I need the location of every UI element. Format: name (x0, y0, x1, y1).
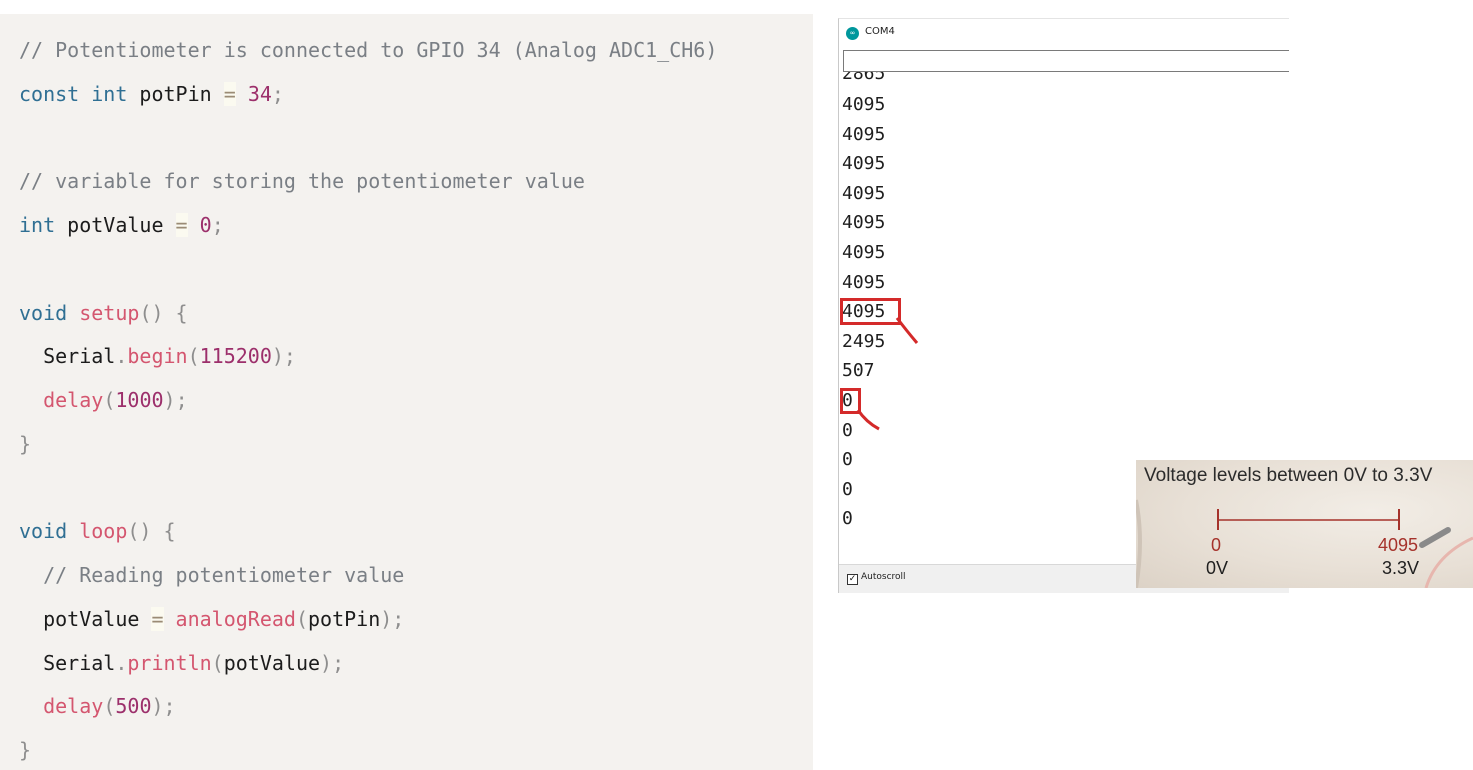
code-token: } (19, 738, 32, 762)
scale-min-voltage: 0V (1206, 558, 1229, 578)
code-token: const (19, 81, 80, 106)
code-token: potValue (55, 213, 176, 237)
code-token: potValue (223, 650, 321, 675)
code-token: loop (79, 519, 128, 544)
serial-line: 4095 (842, 123, 886, 145)
code-token: 0 (199, 213, 212, 237)
code-token: 115200 (199, 344, 272, 369)
window-titlebar: ∞ COM4 (839, 19, 1289, 46)
code-token: delay (43, 388, 104, 412)
code-token: int (91, 81, 128, 106)
code-token: 1000 (115, 388, 164, 412)
scale-max-value: 4095 (1378, 535, 1419, 555)
code-line: potValue = analogRead(potPin); (19, 606, 405, 631)
code-token: ); (271, 344, 296, 369)
code-token: = (175, 213, 188, 237)
code-line: void setup() { (19, 301, 188, 325)
code-line: const int potPin = 34; (19, 81, 284, 106)
code-token: analogRead (175, 606, 296, 631)
code-token: = (223, 81, 236, 106)
code-token: () { (127, 519, 176, 544)
serial-line: 0 (842, 478, 853, 500)
code-token: () { (139, 300, 188, 325)
code-token: ( (103, 388, 116, 412)
code-line: } (19, 432, 31, 456)
code-line: Serial.begin(115200); (19, 344, 296, 368)
code-token: void (19, 300, 68, 325)
code-token: = (151, 606, 164, 631)
code-token: } (19, 431, 32, 456)
code-token: // Reading potentiometer value (19, 563, 405, 587)
code-token: ); (163, 388, 188, 412)
scale-min-value: 0 (1211, 535, 1222, 555)
code-token: 34 (247, 81, 272, 106)
highlight-box-0 (840, 388, 861, 414)
code-token: Serial (19, 650, 116, 675)
serial-partial-line: 2865 (842, 72, 886, 84)
code-line: int potValue = 0; (19, 213, 224, 237)
code-line: // Reading potentiometer value (19, 563, 404, 587)
voltage-levels-inset: Voltage levels between 0V to 3.3V 0 4095… (1136, 460, 1473, 588)
code-token: delay (43, 694, 104, 719)
serial-send-input[interactable] (843, 50, 1289, 72)
code-token: void (19, 519, 68, 544)
arduino-icon: ∞ (846, 27, 859, 40)
code-line: // Potentiometer is connected to GPIO 34… (19, 38, 717, 62)
highlight-box-4095 (840, 298, 901, 325)
serial-line: 0 (842, 508, 853, 530)
code-line: delay(500); (19, 694, 176, 719)
window-title: COM4 (865, 26, 895, 37)
code-token: ; (211, 213, 224, 237)
serial-line: 0 (842, 449, 853, 471)
autoscroll-label: Autoscroll (861, 572, 906, 582)
code-token: ( (103, 694, 116, 719)
code-token: setup (79, 300, 140, 325)
code-token: ( (211, 650, 224, 675)
code-token: // Potentiometer is connected to GPIO 34… (19, 38, 718, 62)
serial-line: 4095 (842, 271, 886, 293)
code-token: ( (187, 344, 200, 369)
serial-line: 4095 (842, 153, 886, 175)
code-token: potValue (19, 606, 152, 631)
code-token: begin (127, 344, 188, 369)
code-snippet-panel: // Potentiometer is connected to GPIO 34… (0, 14, 813, 770)
serial-line: 4095 (842, 212, 886, 234)
code-token: ); (151, 694, 176, 719)
serial-line: 0 (842, 419, 853, 441)
scale-max-voltage: 3.3V (1382, 558, 1420, 578)
code-token: ); (320, 650, 345, 675)
code-line: Serial.println(potValue); (19, 651, 344, 675)
code-token: Serial (19, 344, 116, 369)
autoscroll-checkbox[interactable]: ✓ (847, 574, 858, 585)
serial-line: 507 (842, 360, 875, 382)
serial-line: 4095 (842, 182, 886, 204)
code-token: ; (271, 81, 284, 106)
serial-line: 4095 (842, 94, 886, 115)
serial-line: 2495 (842, 330, 886, 352)
code-token: 500 (115, 694, 152, 719)
code-token: potPin (308, 606, 381, 631)
code-line: void loop() { (19, 519, 176, 543)
code-token: int (19, 213, 56, 237)
code-token: . (115, 650, 128, 675)
serial-line: 4095 (842, 242, 886, 263)
code-token: ); (380, 606, 405, 631)
code-token: potPin (127, 81, 224, 106)
code-line: } (19, 738, 31, 762)
scale-bar (1217, 509, 1400, 530)
code-token: // variable for storing the potentiomete… (19, 169, 585, 194)
code-line: // variable for storing the potentiomete… (19, 169, 585, 193)
code-line: delay(1000); (19, 388, 188, 412)
code-token: ( (295, 606, 309, 631)
code-token: . (115, 344, 128, 369)
code-token: println (127, 650, 212, 675)
